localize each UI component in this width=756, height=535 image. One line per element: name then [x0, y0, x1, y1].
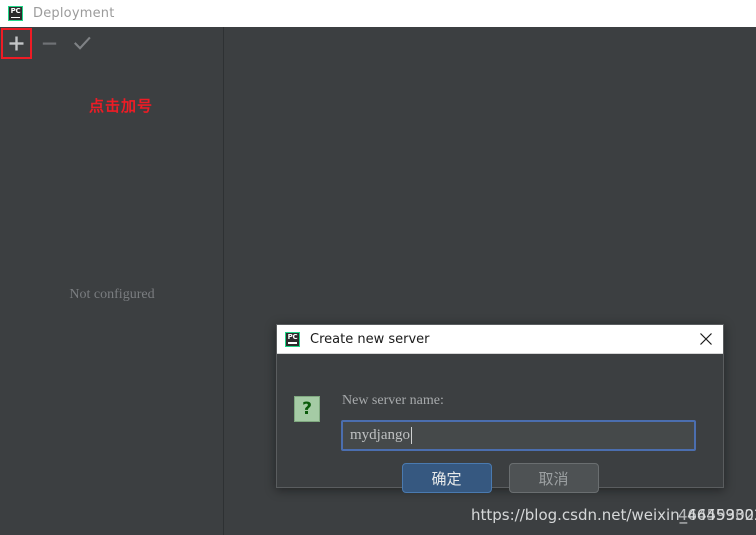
dialog-button-row: 确定 取消 [277, 463, 723, 493]
dialog-pycharm-icon: PC [285, 331, 300, 347]
check-icon [74, 36, 91, 50]
window-titlebar: PC Deployment [0, 0, 756, 27]
dialog-title: Create new server [310, 331, 430, 347]
new-server-name-value: mydjango [350, 427, 410, 443]
remove-server-button[interactable] [33, 27, 66, 60]
dialog-pycharm-icon-underline [288, 342, 297, 344]
watermark-url-overlay: 46459302 [678, 506, 755, 524]
new-server-name-label: New server name: [342, 393, 444, 408]
pycharm-icon-text: PC [10, 7, 21, 15]
annotation-click-plus: 点击加号 [89, 97, 154, 115]
apply-server-button[interactable] [66, 27, 99, 60]
new-server-name-input[interactable]: mydjango [341, 420, 696, 451]
plus-icon [9, 36, 24, 51]
server-list-panel: 点击加号 Not configured [0, 27, 224, 535]
server-list-toolbar [0, 27, 224, 60]
dialog-pycharm-icon-text: PC [287, 332, 298, 341]
create-new-server-dialog: PC Create new server ? New server name: … [276, 324, 724, 493]
minus-icon [42, 42, 57, 45]
confirm-button[interactable]: 确定 [401, 463, 492, 493]
question-icon: ? [294, 396, 320, 422]
pycharm-deployment-window: PC Deployment 点击加号 Not configured PC Cre… [0, 0, 756, 535]
close-icon [700, 333, 712, 345]
pycharm-icon-underline [11, 16, 20, 18]
cancel-button[interactable]: 取消 [508, 463, 599, 493]
window-title: Deployment [33, 6, 115, 21]
close-button[interactable] [695, 328, 717, 350]
not-configured-label: Not configured [69, 287, 155, 302]
pycharm-icon: PC [8, 6, 23, 21]
dialog-body: ? New server name: mydjango 随便起个名称 确定 取消 [277, 354, 723, 493]
dialog-titlebar: PC Create new server [277, 325, 723, 354]
text-caret [411, 427, 412, 444]
add-server-button[interactable] [0, 27, 33, 60]
